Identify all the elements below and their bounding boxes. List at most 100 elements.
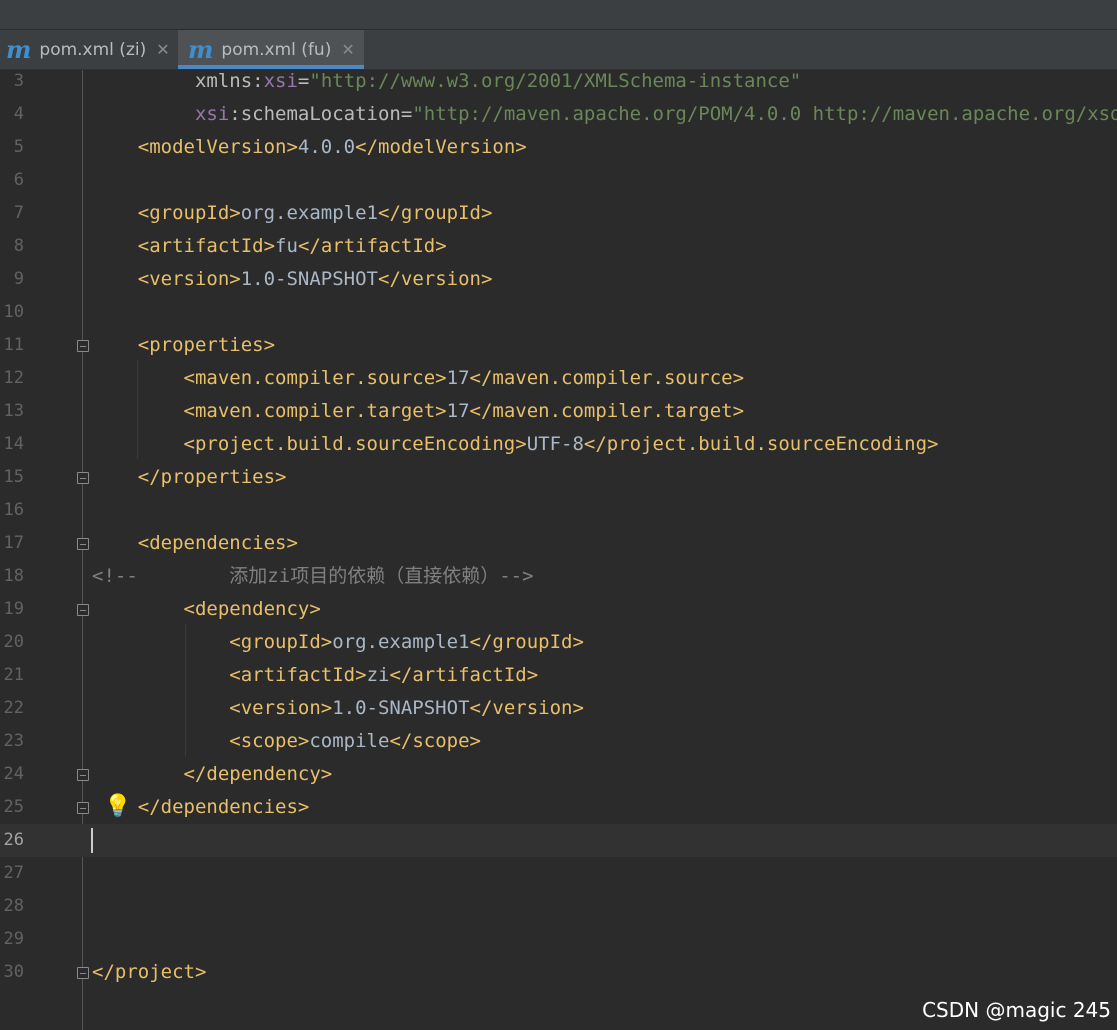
- code-token: xsi: [194, 103, 230, 125]
- close-icon[interactable]: ✕: [156, 40, 169, 59]
- code-line[interactable]: 18 <!-- 添加zi项目的依赖（直接依赖）-->: [0, 560, 1117, 593]
- fold-icon[interactable]: [77, 967, 89, 979]
- fold-icon[interactable]: [77, 472, 89, 484]
- code-line[interactable]: 16: [0, 494, 1117, 527]
- code-line[interactable]: 7 <groupId>org.example1</groupId>: [0, 197, 1117, 230]
- code-line[interactable]: 29: [0, 923, 1117, 956]
- code-line[interactable]: 23 <scope>compile</scope>: [0, 725, 1117, 758]
- code-line[interactable]: 24 </dependency>: [0, 758, 1117, 791]
- fold-icon[interactable]: [77, 538, 89, 550]
- code-token: 17: [446, 400, 470, 422]
- code-text: <modelVersion>4.0.0</modelVersion>: [92, 131, 527, 164]
- code-token: </maven.compiler.source>: [469, 367, 745, 389]
- code-line[interactable]: 8 <artifactId>fu</artifactId>: [0, 230, 1117, 263]
- code-text: </dependencies>: [92, 791, 310, 824]
- code-text: <maven.compiler.target>17</maven.compile…: [92, 395, 745, 428]
- code-line[interactable]: 27: [0, 857, 1117, 890]
- code-token: <artifactId>: [137, 235, 276, 257]
- code-editor[interactable]: 3 xmlns:xsi="http://www.w3.org/2001/XMLS…: [0, 70, 1117, 1030]
- line-number: 18: [3, 566, 24, 586]
- code-text: <project.build.sourceEncoding>UTF-8</pro…: [92, 428, 939, 461]
- code-text: <groupId>org.example1</groupId>: [92, 197, 493, 230]
- code-token: -->: [499, 565, 534, 587]
- code-token: <version>: [229, 697, 333, 719]
- line-number: 4: [13, 104, 24, 124]
- code-line[interactable]: 22 <version>1.0-SNAPSHOT</version>: [0, 692, 1117, 725]
- code-token: :schemaLocation=: [229, 103, 413, 125]
- code-line[interactable]: 21 <artifactId>zi</artifactId>: [0, 659, 1117, 692]
- line-number: 3: [13, 71, 24, 91]
- code-token: zi: [366, 664, 390, 686]
- code-token: <dependency>: [183, 598, 321, 620]
- code-line[interactable]: 3 xmlns:xsi="http://www.w3.org/2001/XMLS…: [0, 70, 1117, 98]
- line-number: 14: [3, 434, 24, 454]
- line-number: 24: [3, 764, 24, 784]
- code-text: <groupId>org.example1</groupId>: [92, 626, 584, 659]
- line-number: 15: [3, 467, 24, 487]
- line-number: 8: [13, 236, 24, 256]
- code-line[interactable]: 17 <dependencies>: [0, 527, 1117, 560]
- code-token: org.example1: [240, 202, 378, 224]
- fold-icon[interactable]: [77, 604, 89, 616]
- code-token: <project.build.sourceEncoding>: [183, 433, 527, 455]
- code-line[interactable]: 12 <maven.compiler.source>17</maven.comp…: [0, 362, 1117, 395]
- code-token: </maven.compiler.target>: [469, 400, 745, 422]
- code-token: fu: [275, 235, 298, 257]
- fold-icon[interactable]: [77, 769, 89, 781]
- tab-pom-fu[interactable]: m pom.xml (fu) ✕: [178, 30, 364, 69]
- code-token: <properties>: [137, 334, 276, 356]
- code-line[interactable]: 11 <properties>: [0, 329, 1117, 362]
- code-text: <maven.compiler.source>17</maven.compile…: [92, 362, 745, 395]
- code-text: xsi:schemaLocation="http://maven.apache.…: [92, 98, 1117, 131]
- code-line[interactable]: 20 <groupId>org.example1</groupId>: [0, 626, 1117, 659]
- maven-icon: m: [6, 34, 32, 64]
- code-line[interactable]: 10: [0, 296, 1117, 329]
- line-number: 23: [3, 731, 24, 751]
- maven-icon: m: [188, 34, 214, 64]
- line-number: 22: [3, 698, 24, 718]
- code-token: </artifactId>: [389, 664, 539, 686]
- code-token: =: [297, 70, 310, 92]
- line-number: 16: [3, 500, 24, 520]
- close-icon[interactable]: ✕: [341, 40, 354, 59]
- code-text: <properties>: [92, 329, 275, 362]
- fold-icon[interactable]: [77, 802, 89, 814]
- code-token: <groupId>: [229, 631, 333, 653]
- line-number: 19: [3, 599, 24, 619]
- line-number: 13: [3, 401, 24, 421]
- code-line[interactable]: 26: [0, 824, 1117, 857]
- line-number: 25: [3, 797, 24, 817]
- code-line[interactable]: 19 <dependency>: [0, 593, 1117, 626]
- code-token: </dependencies>: [137, 796, 310, 818]
- code-line[interactable]: 5 <modelVersion>4.0.0</modelVersion>: [0, 131, 1117, 164]
- code-line[interactable]: 15 </properties>: [0, 461, 1117, 494]
- code-token: xmlns:: [194, 70, 264, 92]
- tab-pom-zi[interactable]: m pom.xml (zi) ✕: [0, 30, 176, 69]
- fold-icon[interactable]: [77, 340, 89, 352]
- title-bar: [0, 0, 1117, 30]
- code-token: </artifactId>: [297, 235, 447, 257]
- code-line[interactable]: 25 💡 </dependencies>: [0, 791, 1117, 824]
- code-token: zi: [267, 565, 291, 587]
- code-line[interactable]: 28: [0, 890, 1117, 923]
- code-line[interactable]: 4 xsi:schemaLocation="http://maven.apach…: [0, 98, 1117, 131]
- code-line[interactable]: 30 </project>: [0, 956, 1117, 989]
- code-text: xmlns:xsi="http://www.w3.org/2001/XMLSch…: [92, 70, 801, 98]
- code-line[interactable]: 6: [0, 164, 1117, 197]
- code-text: <dependency>: [92, 593, 321, 626]
- code-line[interactable]: 14 <project.build.sourceEncoding>UTF-8</…: [0, 428, 1117, 461]
- line-number: 20: [3, 632, 24, 652]
- code-line[interactable]: 9 <version>1.0-SNAPSHOT</version>: [0, 263, 1117, 296]
- code-token: </project>: [92, 961, 207, 983]
- line-number: 30: [3, 962, 24, 982]
- code-token: <scope>: [229, 730, 310, 752]
- code-line[interactable]: 13 <maven.compiler.target>17</maven.comp…: [0, 395, 1117, 428]
- text-caret: [91, 828, 93, 853]
- code-token: <groupId>: [137, 202, 241, 224]
- code-text: <version>1.0-SNAPSHOT</version>: [92, 263, 493, 296]
